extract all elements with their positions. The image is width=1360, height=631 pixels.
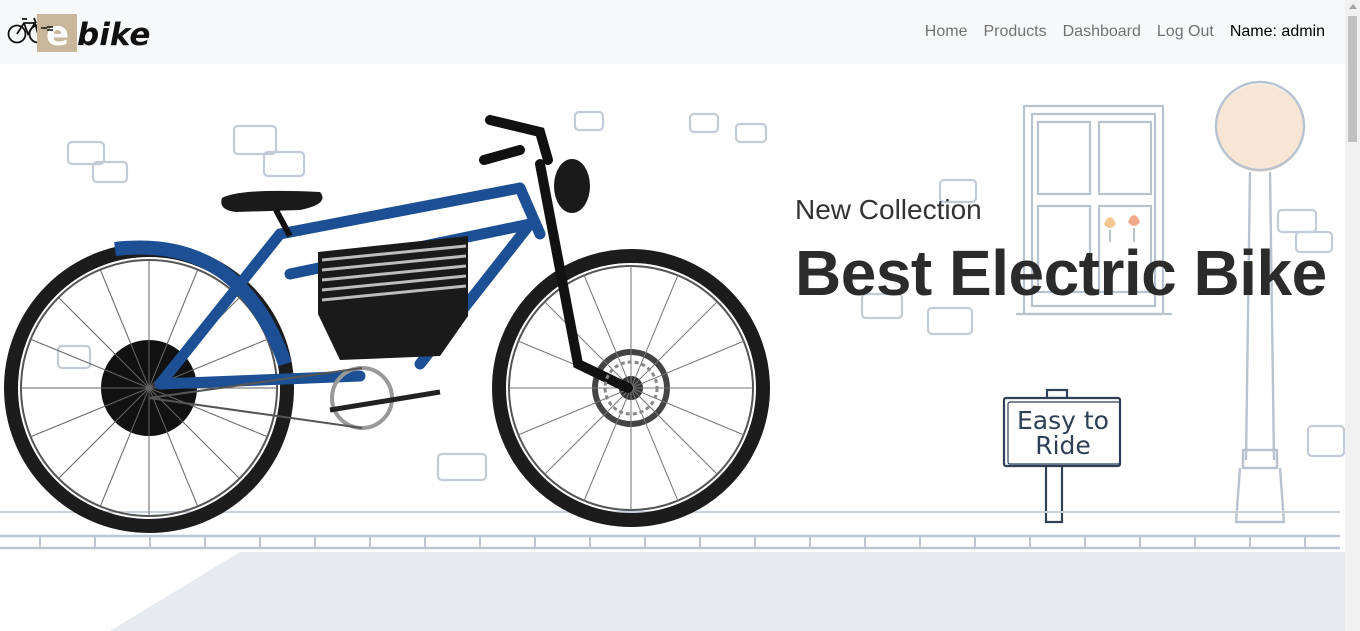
brand-logo-link[interactable]: e bike: [7, 7, 159, 57]
ebike-logo: e bike: [7, 14, 150, 54]
sign-text: Easy to Ride: [1006, 408, 1120, 458]
nav-dashboard-link[interactable]: Dashboard: [1055, 15, 1149, 49]
nav-home-link[interactable]: Home: [917, 15, 976, 49]
top-navbar: e bike Home Products Dashboard Log Out N…: [0, 0, 1345, 64]
hero-illustration: [0, 80, 1345, 631]
sign-text-line1: Easy to: [1017, 406, 1109, 435]
hero-banner: New Collection Best Electric Bike Easy t…: [0, 64, 1345, 631]
user-name-label: Name: admin: [1229, 23, 1325, 40]
scrollbar-thumb[interactable]: [1348, 16, 1357, 142]
sign-text-line2: Ride: [1035, 431, 1091, 460]
svg-text:bike: bike: [77, 17, 150, 53]
svg-text:e: e: [46, 14, 69, 54]
hero-title: Best Electric Bike: [795, 237, 1327, 309]
hero-subtitle: New Collection: [795, 194, 982, 225]
scroll-up-arrow-icon[interactable]: [1349, 4, 1357, 9]
street-ground: [0, 511, 1345, 631]
nav-links: Home Products Dashboard Log Out Name: ad…: [917, 15, 1325, 49]
nav-products-link[interactable]: Products: [975, 15, 1054, 49]
nav-logout-link[interactable]: Log Out: [1149, 15, 1222, 49]
page-scrollbar[interactable]: [1345, 0, 1360, 631]
